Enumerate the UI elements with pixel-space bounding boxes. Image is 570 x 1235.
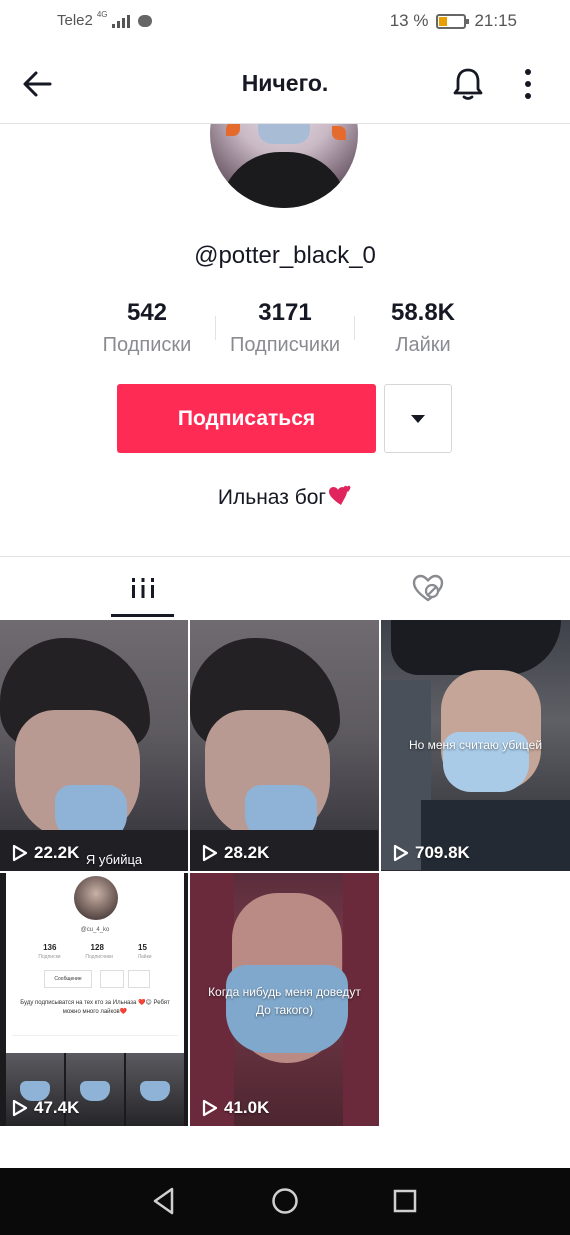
video-caption: Но меня считаю убицей: [408, 738, 543, 752]
bio-text: Ильназ бог: [217, 486, 327, 509]
profile-bio: Ильназ бог: [0, 485, 570, 510]
embedded-stat: 136: [43, 943, 57, 952]
embedded-stat: 15: [138, 943, 147, 952]
more-options-button[interactable]: [512, 64, 544, 104]
nav-back-button[interactable]: [150, 1185, 178, 1217]
stat-value: 3171: [258, 299, 312, 326]
view-count-value: 709.8K: [415, 843, 470, 862]
carrier-name: Tele2: [57, 12, 93, 29]
view-count-value: 28.2K: [224, 843, 270, 862]
nav-recents-button[interactable]: [393, 1189, 417, 1213]
circle-home-icon: [272, 1188, 298, 1214]
active-tab-indicator: [111, 614, 174, 617]
video-caption: Когда нибудь меня доведут До такого): [208, 985, 361, 1017]
status-left: Tele2 4G: [57, 10, 152, 29]
embedded-stat: 128: [90, 943, 104, 952]
view-count-value: 47.4K: [34, 1098, 80, 1117]
embedded-avatar: [74, 876, 118, 920]
stat-label: Лайки: [395, 334, 451, 356]
embedded-message-button: Сообщение: [44, 970, 92, 988]
grid-icon: [132, 578, 154, 598]
suggested-accounts-dropdown[interactable]: [384, 384, 452, 453]
square-recents-icon: [393, 1189, 417, 1213]
caret-down-icon: [411, 414, 425, 423]
embedded-tabs: [12, 1035, 178, 1049]
stat-value: 542: [126, 299, 168, 326]
view-count-value: 22.2K: [34, 843, 80, 862]
video-thumbnail[interactable]: Но меня считаю убицей 709.8K: [381, 620, 570, 871]
signal-icon: [111, 14, 130, 28]
clock: 21:15: [474, 11, 517, 30]
battery-percent: 13 %: [389, 11, 429, 30]
stat-following[interactable]: 542 Подписки: [77, 298, 217, 360]
embedded-username: @cu_4_ko: [80, 927, 110, 933]
stat-followers[interactable]: 3171 Подписчики: [215, 298, 355, 360]
chat-bubble-icon: [137, 14, 152, 27]
play-icon: [202, 1099, 218, 1117]
play-icon: [202, 844, 218, 862]
profile-username: @potter_black_0: [194, 242, 376, 269]
embedded-stat-label: Подписки: [38, 954, 61, 960]
nav-home-button[interactable]: [271, 1187, 299, 1215]
vertical-dots-icon: [525, 69, 531, 99]
view-count: 41.0K: [202, 1098, 269, 1118]
embedded-dropdown-button: [128, 970, 150, 988]
status-right: 13 % 21:15: [390, 11, 517, 31]
embedded-add-friend-button: [100, 970, 124, 988]
two-hearts-icon: [329, 485, 351, 505]
network-type: 4G: [96, 10, 108, 19]
system-navigation-bar: [0, 1168, 570, 1235]
play-icon: [393, 844, 409, 862]
liked-hidden-icon: [412, 574, 444, 602]
embedded-stat-label: Лайки: [137, 954, 152, 960]
embedded-bio: Буду подписыватся на тех кто за Ильназа …: [20, 1000, 170, 1015]
bell-icon: [453, 68, 483, 100]
embedded-stat-labels: Подписки Подписчики Лайки: [26, 954, 164, 960]
stat-likes[interactable]: 58.8K Лайки: [353, 298, 493, 360]
view-count: 28.2K: [202, 843, 269, 863]
top-app-bar: Ничего.: [0, 44, 570, 124]
tab-videos[interactable]: [0, 557, 285, 619]
triangle-back-icon: [153, 1187, 174, 1215]
play-icon: [12, 1099, 28, 1117]
embedded-profile-screenshot: @cu_4_ko 136 128 15 Подписки Подписчики …: [6, 873, 184, 1053]
status-bar: Tele2 4G 13 % 21:15: [0, 0, 570, 44]
video-thumbnail[interactable]: @cu_4_ko 136 128 15 Подписки Подписчики …: [0, 873, 188, 1126]
stat-value: 58.8K: [390, 299, 456, 326]
follow-button[interactable]: Подписаться: [117, 384, 376, 453]
tab-liked[interactable]: [285, 557, 570, 619]
embedded-stat-label: Подписчики: [85, 954, 113, 960]
stat-label: Подписчики: [229, 334, 341, 356]
view-count: 22.2K: [12, 843, 79, 863]
video-thumbnail[interactable]: Я убийца 22.2K: [0, 620, 188, 871]
notifications-button[interactable]: [448, 64, 488, 104]
play-icon: [12, 844, 28, 862]
view-count: 47.4K: [12, 1098, 79, 1118]
view-count: 709.8K: [393, 843, 470, 863]
embedded-stats: 136 128 15: [26, 943, 164, 952]
video-thumbnail[interactable]: 28.2K: [190, 620, 379, 871]
view-count-value: 41.0K: [224, 1098, 270, 1117]
video-thumbnail[interactable]: Когда нибудь меня доведут До такого) 41.…: [190, 873, 379, 1126]
stat-label: Подписки: [102, 334, 192, 356]
battery-icon: [436, 13, 470, 29]
